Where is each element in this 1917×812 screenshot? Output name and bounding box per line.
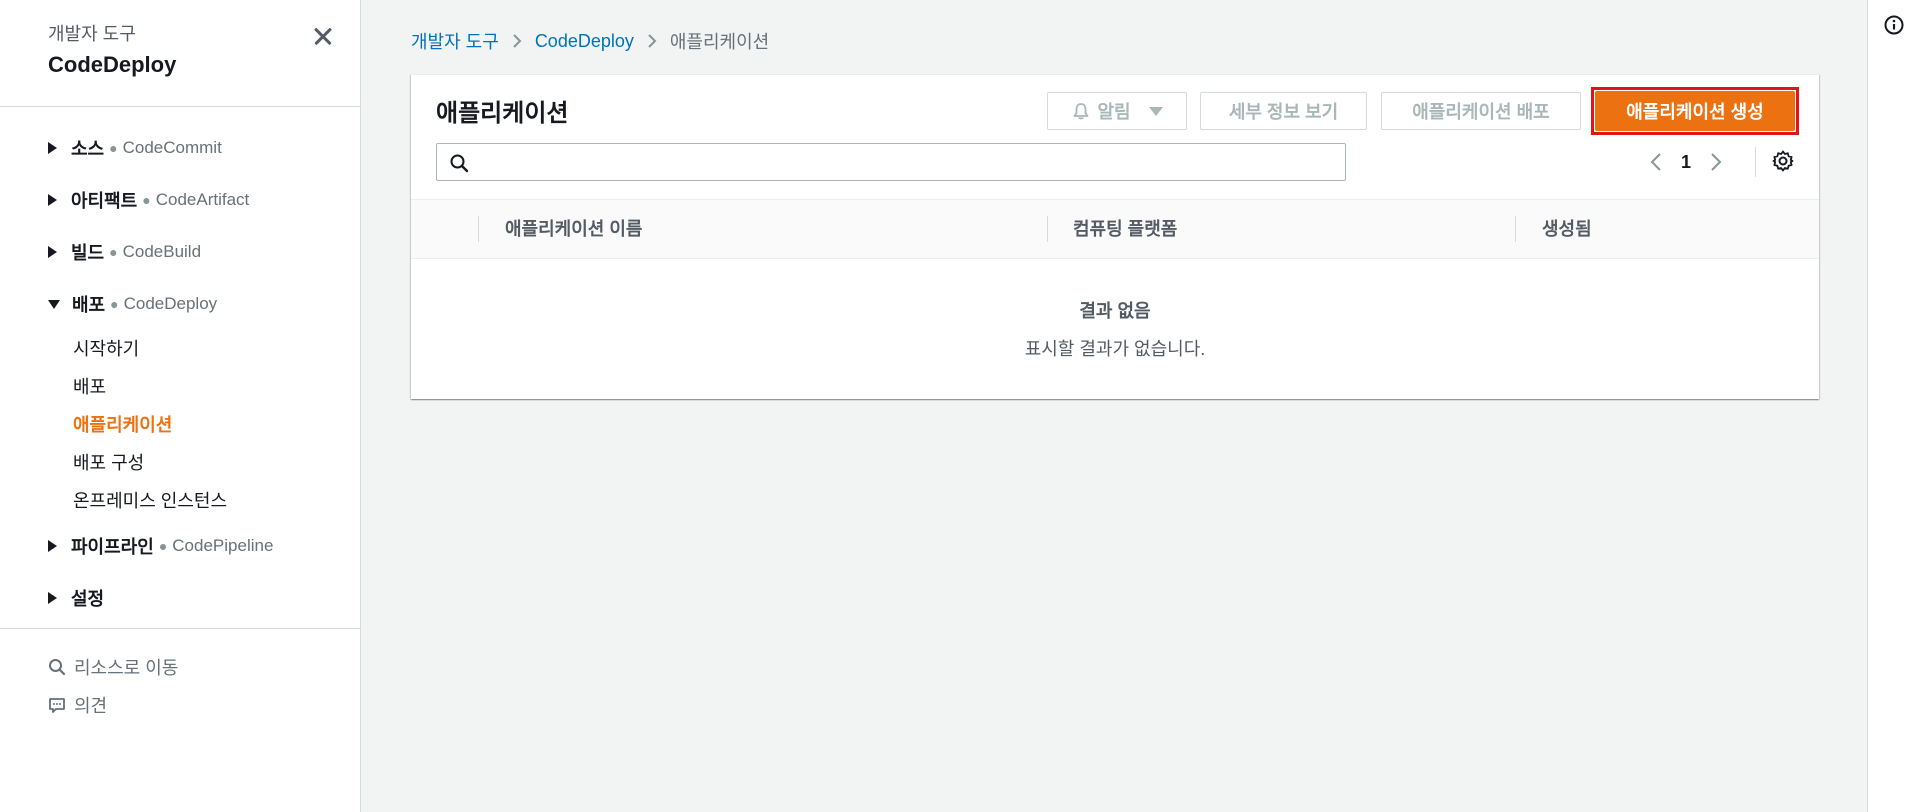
sidebar-section-source[interactable]: 소스 ● CodeCommit [0, 122, 360, 174]
caret-right-icon [48, 592, 57, 604]
breadcrumb-codedeploy[interactable]: CodeDeploy [535, 31, 634, 52]
sidebar-item-applications[interactable]: 애플리케이션 [0, 406, 360, 444]
sidebar-nav: 소스 ● CodeCommit 아티팩트 ● CodeArtifact 빌드 ●… [0, 122, 360, 624]
notify-label: 알림 [1097, 102, 1131, 122]
breadcrumb: 개발자 도구 CodeDeploy 애플리케이션 [411, 28, 769, 54]
search-icon [49, 659, 66, 676]
sidebar-section-service: CodeBuild [122, 242, 202, 261]
notify-button[interactable]: 알림 [1047, 92, 1187, 130]
sidebar-divider [0, 628, 361, 629]
search-icon [450, 154, 469, 173]
sidebar-section-label: 파이프라인 [71, 537, 154, 557]
page-number[interactable]: 1 [1671, 152, 1701, 173]
column-created[interactable]: 생성됨 [1542, 200, 1592, 258]
column-divider [1047, 216, 1048, 242]
dot-separator: ● [158, 538, 168, 554]
dot-separator: ● [109, 244, 118, 260]
next-page-button[interactable] [1701, 151, 1731, 173]
sidebar-item-getting-started[interactable]: 시작하기 [0, 330, 360, 368]
sidebar-section-label: 배포 [72, 295, 106, 315]
chevron-right-icon [1711, 153, 1722, 171]
feedback-icon [49, 698, 65, 713]
empty-state-description: 표시할 결과가 없습니다. [1024, 339, 1206, 359]
caret-right-icon [48, 194, 57, 206]
breadcrumb-developer-tools[interactable]: 개발자 도구 [411, 28, 499, 54]
bell-icon [1074, 103, 1089, 120]
sidebar-section-label: 빌드 [71, 243, 105, 263]
info-icon [1884, 15, 1904, 35]
sidebar-section-service: CodePipeline [172, 536, 274, 555]
feedback-label: 의견 [74, 696, 108, 716]
chevron-left-icon [1650, 153, 1661, 171]
sidebar-section-build[interactable]: 빌드 ● CodeBuild [0, 226, 360, 278]
dot-separator: ● [110, 296, 119, 312]
caret-right-icon [48, 246, 57, 258]
dot-separator: ● [142, 192, 151, 208]
chevron-right-icon [511, 32, 523, 50]
sidebar-item-on-premises-instances[interactable]: 온프레미스 인스턴스 [0, 482, 360, 520]
sidebar-item-deployment-configs[interactable]: 배포 구성 [0, 444, 360, 482]
sidebar-footer: 리소스로 이동 의견 [48, 648, 178, 724]
preferences-button[interactable] [1771, 149, 1795, 178]
gear-icon [1772, 150, 1794, 172]
sidebar-item-deployments[interactable]: 배포 [0, 368, 360, 406]
search-field[interactable] [436, 143, 1346, 182]
caret-right-icon [48, 540, 57, 552]
caret-right-icon [48, 142, 57, 154]
column-divider [1515, 216, 1516, 242]
search-input[interactable] [477, 144, 1341, 182]
go-to-resource-link[interactable]: 리소스로 이동 [48, 648, 178, 686]
sidebar-section-service: CodeCommit [122, 138, 222, 157]
sidebar-section-service: CodeArtifact [155, 190, 250, 209]
sidebar-section-pipeline[interactable]: 파이프라인 ● CodePipeline [0, 520, 360, 572]
previous-page-button[interactable] [1641, 151, 1671, 173]
panel-title: 애플리케이션 [436, 100, 569, 127]
breadcrumb-applications: 애플리케이션 [669, 32, 770, 52]
applications-panel: 애플리케이션 알림 세부 정보 보기 애플리케이션 배포 애플리케이션 생성 1 [411, 74, 1819, 399]
tools-rail [1867, 0, 1917, 812]
pagination: 1 [1641, 145, 1731, 179]
sidebar-divider [0, 106, 361, 107]
column-compute-platform[interactable]: 컴퓨팅 플랫폼 [1073, 200, 1177, 258]
caret-down-icon [48, 299, 60, 309]
deploy-application-button[interactable]: 애플리케이션 배포 [1381, 92, 1581, 130]
sidebar-title[interactable]: CodeDeploy [48, 52, 176, 78]
go-to-resource-label: 리소스로 이동 [74, 658, 179, 678]
sidebar-section-settings[interactable]: 설정 [0, 572, 360, 624]
side-navigation: 개발자 도구 CodeDeploy 소스 ● CodeCommit 아티팩트 ●… [0, 0, 361, 812]
table-header: 애플리케이션 이름 컴퓨팅 플랫폼 생성됨 [411, 199, 1819, 259]
sidebar-overline[interactable]: 개발자 도구 [48, 20, 176, 46]
close-icon[interactable] [309, 22, 337, 50]
sidebar-section-artifact[interactable]: 아티팩트 ● CodeArtifact [0, 174, 360, 226]
sidebar-section-label: 아티팩트 [71, 191, 138, 211]
sidebar-section-service: CodeDeploy [123, 294, 218, 313]
sidebar-section-label: 소스 [71, 139, 105, 159]
dot-separator: ● [109, 140, 118, 156]
info-panel-button[interactable] [1883, 14, 1905, 41]
feedback-link[interactable]: 의견 [48, 686, 178, 724]
sidebar-section-deploy[interactable]: 배포 ● CodeDeploy [0, 278, 360, 330]
highlight-frame [1591, 87, 1799, 135]
sidebar-section-label: 설정 [71, 589, 105, 609]
view-details-button[interactable]: 세부 정보 보기 [1200, 92, 1367, 130]
pagination-divider [1755, 147, 1756, 177]
caret-down-icon [1148, 106, 1163, 116]
empty-state-title: 결과 없음 [1079, 301, 1151, 321]
sidebar-header: 개발자 도구 CodeDeploy [48, 20, 176, 78]
column-divider [478, 216, 479, 242]
column-application-name[interactable]: 애플리케이션 이름 [505, 200, 642, 258]
chevron-right-icon [646, 32, 658, 50]
